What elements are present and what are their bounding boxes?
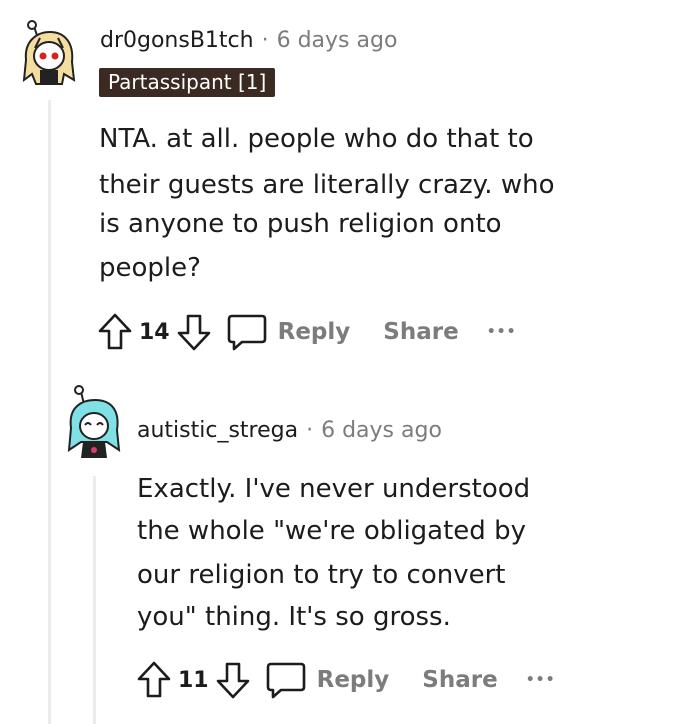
share-button[interactable]: Share (422, 667, 497, 693)
arrow-down-icon[interactable] (215, 660, 251, 700)
vote-count: 11 (178, 667, 209, 693)
comment-text-line: our religion to try to convert (137, 560, 506, 590)
speech-bubble-icon[interactable] (226, 312, 268, 352)
separator: · (261, 28, 269, 53)
avatar[interactable] (20, 20, 78, 85)
thread-line-2[interactable] (93, 476, 96, 724)
arrow-up-icon[interactable] (97, 312, 133, 352)
more-dots-icon[interactable]: ••• (487, 324, 517, 340)
separator: · (306, 418, 314, 443)
share-button[interactable]: Share (383, 319, 458, 345)
comment-header: autistic_strega · 6 days ago (137, 418, 442, 443)
vote-count: 14 (139, 319, 170, 345)
comment-text-line: people? (99, 253, 201, 283)
thread-line-1[interactable] (48, 100, 51, 724)
timestamp[interactable]: 6 days ago (321, 418, 442, 443)
username[interactable]: autistic_strega (137, 418, 298, 443)
reply-button[interactable]: Reply (278, 319, 351, 345)
comment-text-line: you" thing. It's so gross. (137, 602, 451, 632)
more-dots-icon[interactable]: ••• (526, 672, 556, 688)
arrow-down-icon[interactable] (176, 312, 212, 352)
username[interactable]: dr0gonsB1tch (100, 28, 254, 53)
comment-actions: 14 Reply Share ••• (97, 312, 517, 352)
comment-text-line: is anyone to push religion onto (99, 209, 502, 239)
comment-text-line: the whole "we're obligated by (137, 516, 526, 546)
comment-header: dr0gonsB1tch · 6 days ago (100, 28, 397, 53)
user-flair: Partassipant [1] (99, 68, 276, 97)
comment-actions: 11 Reply Share ••• (136, 660, 556, 700)
reply-button[interactable]: Reply (317, 667, 390, 693)
avatar[interactable] (65, 384, 123, 458)
timestamp[interactable]: 6 days ago (277, 28, 398, 53)
arrow-up-icon[interactable] (136, 660, 172, 700)
speech-bubble-icon[interactable] (265, 660, 307, 700)
comment-text-line: NTA. at all. people who do that to (99, 124, 534, 154)
comment-text-line: Exactly. I've never understood (137, 474, 531, 504)
